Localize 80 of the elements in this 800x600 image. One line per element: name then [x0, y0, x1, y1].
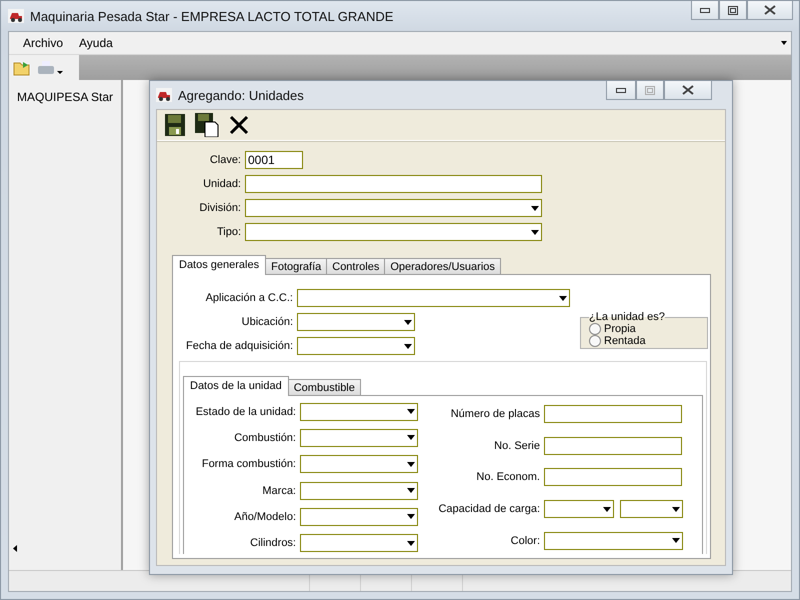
close-icon[interactable]: [229, 115, 249, 135]
field-label: Tipo:: [216, 226, 241, 238]
minimize-icon[interactable]: [700, 8, 710, 12]
radio-button[interactable]: Rentada: [589, 335, 699, 347]
field-label: Forma combustión:: [200, 458, 296, 470]
tab[interactable]: Operadores/Usuarios: [384, 258, 501, 275]
text-field[interactable]: [245, 175, 542, 193]
dropdown-arrow-icon[interactable]: [559, 296, 567, 300]
field-label: Combustión:: [233, 432, 296, 444]
field-label: No. Serie: [493, 440, 540, 452]
folder-icon[interactable]: [13, 60, 31, 76]
dropdown-field[interactable]: [300, 482, 418, 500]
close-icon[interactable]: [682, 85, 694, 95]
field-label: División:: [198, 202, 241, 214]
dropdown-field[interactable]: [620, 500, 683, 518]
tab[interactable]: Fotografía: [265, 258, 328, 275]
field-label: No. Econom.: [475, 471, 540, 484]
field-label: Ubicación:: [240, 316, 293, 328]
field-label: Número de placas: [450, 408, 540, 420]
window-title: Maquinaria Pesada Star - EMPRESA LACTO TOTAL GRANDE: [30, 8, 394, 24]
text-field[interactable]: [544, 468, 682, 486]
field-label: Capacidad de carga:: [437, 503, 540, 516]
dropdown-field[interactable]: [300, 508, 418, 526]
dropdown-field[interactable]: [245, 223, 542, 241]
field-label: Cilindros:: [249, 537, 296, 550]
field-label: Estado de la unidad:: [194, 406, 296, 418]
dropdown-field[interactable]: [297, 313, 415, 331]
dropdown-arrow-icon[interactable]: [603, 506, 611, 512]
radio-button[interactable]: Propia: [589, 323, 699, 335]
field-value: 0001: [248, 153, 275, 167]
dropdown-arrow-icon[interactable]: [672, 538, 680, 544]
scroll-left-icon[interactable]: [13, 545, 17, 552]
dropdown-arrow-icon[interactable]: [407, 514, 415, 520]
minimize-icon[interactable]: [616, 88, 626, 92]
dropdown-arrow-icon[interactable]: [407, 409, 415, 414]
dropdown-arrow-icon[interactable]: [407, 540, 415, 546]
dropdown-field[interactable]: [300, 455, 418, 474]
close-icon[interactable]: [764, 5, 776, 15]
truck-icon: [156, 88, 172, 102]
truck-icon: [8, 9, 24, 23]
dropdown-field[interactable]: [297, 289, 570, 307]
field-label: Aplicación a C.C.:: [204, 292, 293, 304]
tab[interactable]: Combustible: [288, 379, 361, 396]
dropdown-arrow-icon[interactable]: [531, 206, 539, 210]
save-icon[interactable]: [165, 114, 185, 136]
field-label: Color:: [510, 534, 540, 547]
dropdown-field[interactable]: [297, 337, 415, 355]
window-title: Agregando: Unidades: [178, 88, 304, 102]
dropdown-field[interactable]: [245, 199, 542, 217]
dropdown-field[interactable]: [300, 428, 418, 447]
dropdown-field[interactable]: [544, 532, 683, 550]
field-label: Marca:: [261, 484, 296, 497]
caret-icon[interactable]: [781, 41, 787, 45]
sidebar-title[interactable]: MAQUIPESA Star: [17, 90, 121, 104]
tab[interactable]: Datos de la unidad: [183, 376, 289, 396]
text-field[interactable]: [544, 436, 682, 455]
field-label: Año/Modelo:: [233, 510, 296, 523]
dropdown-field[interactable]: [300, 402, 418, 421]
maximize-icon[interactable]: [728, 6, 738, 14]
tab[interactable]: Controles: [326, 258, 386, 275]
field-label: Clave:: [208, 154, 241, 166]
dropdown-arrow-icon[interactable]: [531, 230, 539, 234]
menu-item[interactable]: Archivo: [23, 36, 64, 50]
save-copy-icon[interactable]: [195, 113, 219, 137]
printer-icon[interactable]: [37, 60, 63, 76]
dropdown-arrow-icon[interactable]: [672, 506, 680, 512]
tab[interactable]: Datos generales: [172, 255, 266, 275]
dropdown-arrow-icon[interactable]: [404, 344, 412, 348]
text-field[interactable]: [544, 405, 682, 424]
dropdown-field[interactable]: [300, 534, 418, 552]
dropdown-arrow-icon[interactable]: [407, 462, 415, 467]
dropdown-arrow-icon[interactable]: [407, 488, 415, 494]
menu-item[interactable]: Ayuda: [79, 36, 113, 50]
group-title: ¿La unidad es?: [589, 311, 665, 323]
dropdown-arrow-icon[interactable]: [407, 435, 415, 440]
field-label: Fecha de adquisición:: [184, 340, 293, 352]
dropdown-arrow-icon[interactable]: [404, 320, 412, 324]
field-label: Unidad:: [202, 178, 241, 190]
text-field[interactable]: 0001: [245, 151, 303, 169]
dropdown-field[interactable]: [544, 500, 614, 518]
